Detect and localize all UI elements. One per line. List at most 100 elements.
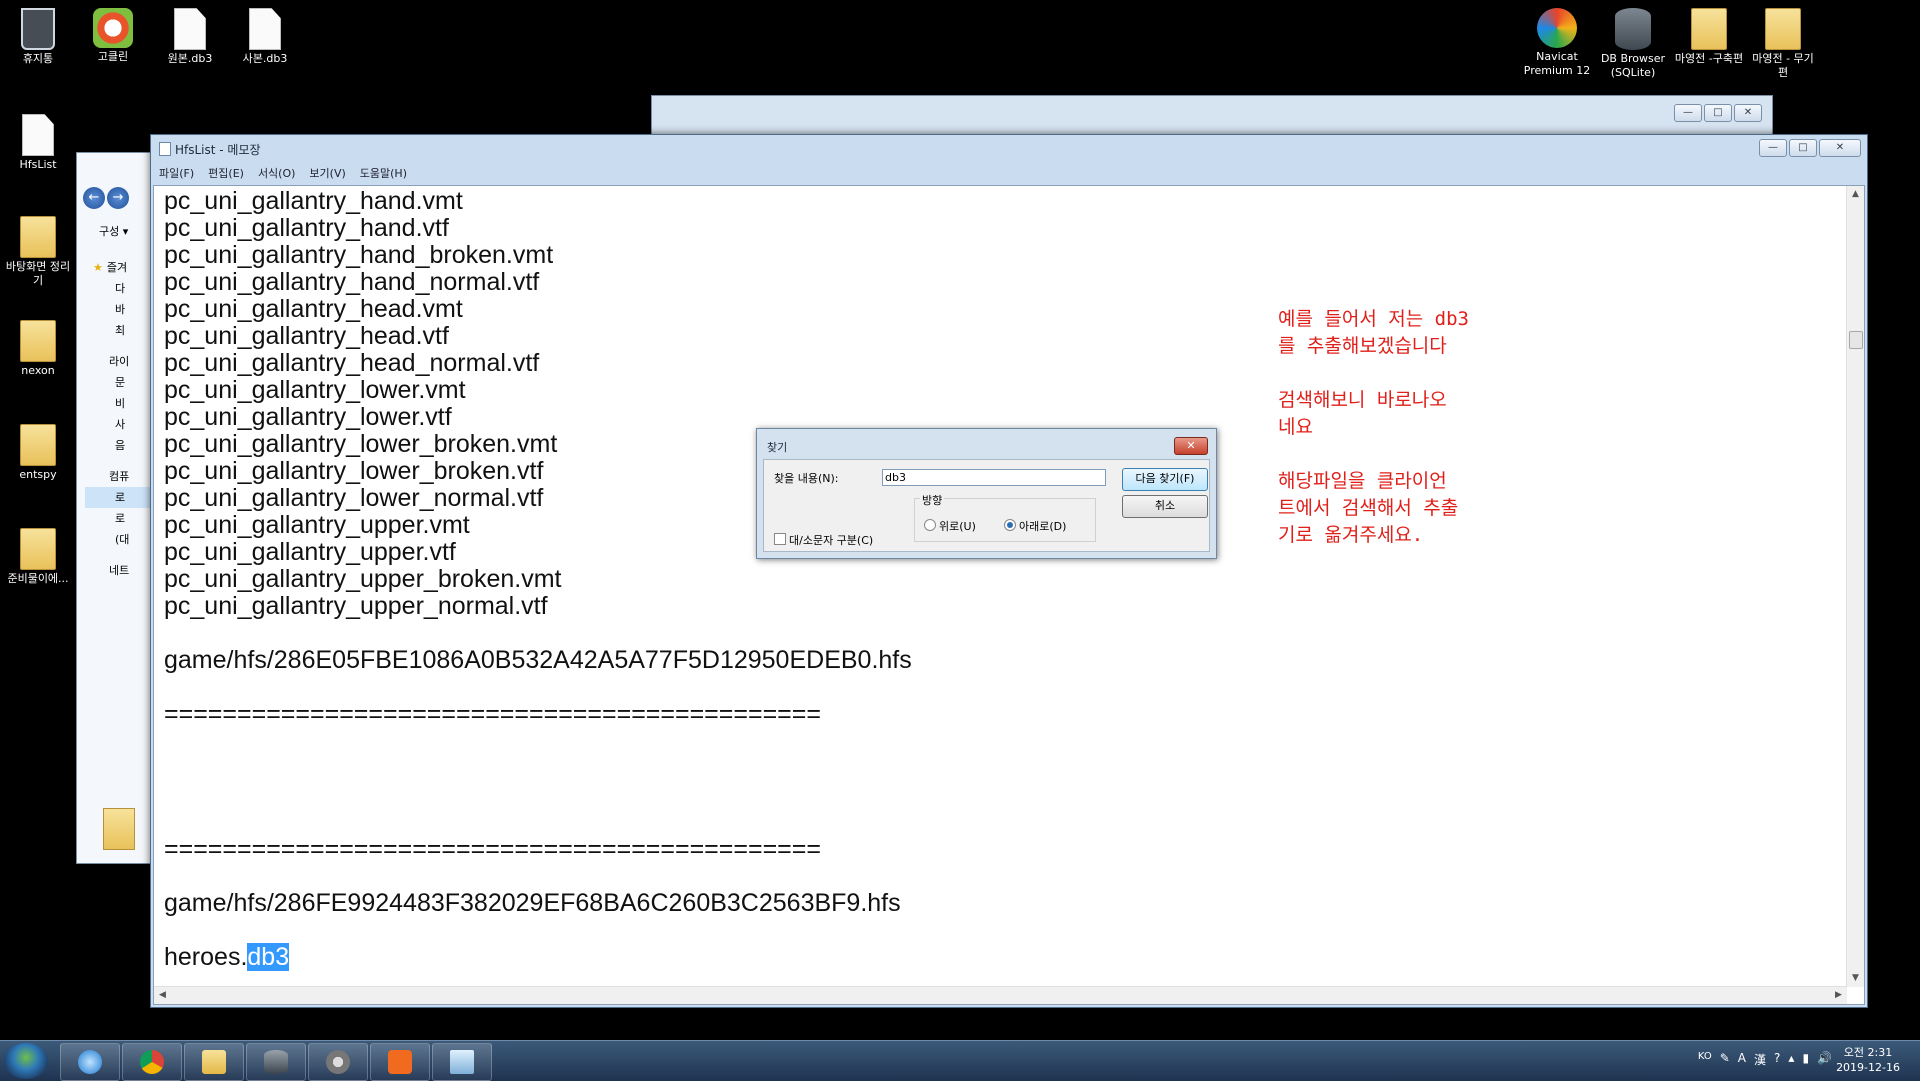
taskbar-chrome[interactable] — [122, 1043, 182, 1081]
menu-edit[interactable]: 편집(E) — [208, 165, 244, 183]
system-tray: KO ✎ A 漢 ? ▴ ▮ 🔊 — [1698, 1051, 1832, 1068]
menu-help[interactable]: 도움말(H) — [360, 165, 407, 183]
folder-icon — [103, 808, 135, 850]
tray-overflow-icon[interactable]: ▴ — [1788, 1051, 1794, 1068]
match-case-checkbox[interactable]: 대/소문자 구분(C) — [774, 532, 873, 548]
desktop-icon-desktop-cleaner[interactable]: 바탕화면 정리기 — [3, 216, 73, 288]
radio-button-selected-icon — [1004, 519, 1016, 531]
scroll-up-arrow-icon[interactable]: ▲ — [1847, 186, 1864, 203]
text-line: pc_uni_gallantry_head.vtf — [164, 322, 449, 350]
nav-item[interactable]: 사 — [85, 414, 155, 435]
text-line: pc_uni_gallantry_hand.vmt — [164, 187, 463, 215]
desktop-icon-nexon[interactable]: nexon — [3, 320, 73, 378]
minimize-button[interactable]: — — [1674, 104, 1702, 122]
radio-down[interactable]: 아래로(D) — [1004, 518, 1066, 534]
nav-item[interactable]: 로 — [85, 508, 155, 529]
radio-up[interactable]: 위로(U) — [924, 518, 976, 534]
taskbar-explorer[interactable] — [184, 1043, 244, 1081]
maximize-button[interactable]: □ — [1704, 104, 1732, 122]
menu-file[interactable]: 파일(F) — [159, 165, 194, 183]
nav-item[interactable]: 최 — [85, 320, 155, 341]
taskbar: KO ✎ A 漢 ? ▴ ▮ 🔊 오전 2:31 2019-12-16 — [0, 1040, 1920, 1081]
horizontal-scrollbar[interactable]: ◀ ▶ — [154, 986, 1847, 1004]
window-controls: — □ ✕ — [1759, 139, 1861, 157]
taskbar-ie[interactable] — [60, 1043, 120, 1081]
organize-button[interactable]: 구성 ▾ — [99, 223, 128, 239]
desktop-icon-label: 마영전 -구축편 — [1674, 52, 1744, 65]
clock[interactable]: 오전 2:31 2019-12-16 — [1836, 1045, 1900, 1075]
desktop-icon-navicat[interactable]: Navicat Premium 12 — [1522, 8, 1592, 78]
nav-item[interactable]: (대 — [85, 529, 155, 550]
back-arrow-icon[interactable]: ← — [83, 187, 105, 209]
find-dialog[interactable]: 찾기 ✕ 찾을 내용(N): db3 다음 찾기(F) 취소 방향 위로(U) … — [756, 428, 1217, 559]
taskbar-db-browser[interactable] — [246, 1043, 306, 1081]
maximize-button[interactable]: □ — [1789, 139, 1817, 157]
nav-item[interactable]: 문 — [85, 372, 155, 393]
scroll-left-arrow-icon[interactable]: ◀ — [154, 987, 171, 1004]
desktop-icon-hfslist[interactable]: HfsList — [3, 114, 73, 172]
desktop-icon-copy-db3[interactable]: 사본.db3 — [230, 8, 300, 66]
scroll-right-arrow-icon[interactable]: ▶ — [1830, 987, 1847, 1004]
scroll-down-arrow-icon[interactable]: ▼ — [1847, 970, 1864, 987]
internet-explorer-icon — [78, 1050, 102, 1074]
find-input[interactable]: db3 — [882, 469, 1106, 486]
taskbar-notepad[interactable] — [432, 1043, 492, 1081]
folder-icon — [20, 216, 56, 258]
volume-icon[interactable]: 🔊 — [1817, 1051, 1832, 1068]
nav-item[interactable]: 로 — [85, 487, 155, 508]
text-line-last: heroes.db3 — [164, 943, 912, 971]
desktop-icon-prep[interactable]: 준비물이에... — [3, 528, 73, 586]
nav-item[interactable]: 비 — [85, 393, 155, 414]
forward-arrow-icon[interactable]: → — [107, 187, 129, 209]
nav-item[interactable]: 음 — [85, 435, 155, 456]
taskbar-network-app[interactable] — [308, 1043, 368, 1081]
network-icon[interactable]: ▮ — [1802, 1051, 1809, 1068]
close-button[interactable]: ✕ — [1819, 139, 1861, 157]
menu-format[interactable]: 서식(O) — [258, 165, 295, 183]
folder-icon — [20, 424, 56, 466]
desktop-icon-goclean[interactable]: 고클린 — [78, 8, 148, 64]
vertical-scrollbar[interactable]: ▲ ▼ — [1846, 186, 1864, 987]
nav-item[interactable]: 바 — [85, 299, 155, 320]
nav-item[interactable]: 다 — [85, 278, 155, 299]
text-line: pc_uni_gallantry_lower.vtf — [164, 403, 452, 431]
notepad-window[interactable]: HfsList - 메모장 — □ ✕ 파일(F) 편집(E) 서식(O) 보기… — [150, 134, 1868, 1008]
scroll-thumb[interactable] — [1849, 331, 1863, 349]
find-next-button[interactable]: 다음 찾기(F) — [1122, 468, 1208, 491]
direction-label: 방향 — [920, 492, 945, 508]
input-mode-icon[interactable]: A — [1738, 1051, 1746, 1068]
text-line — [164, 620, 912, 647]
desktop-icon-entspy[interactable]: entspy — [3, 424, 73, 482]
checkbox-icon — [774, 533, 786, 545]
nav-item[interactable]: 라이 — [85, 351, 155, 372]
text-line: pc_uni_gallantry_hand_normal.vtf — [164, 268, 540, 296]
nav-item[interactable]: ★ 즐겨 — [85, 257, 155, 278]
minimize-button[interactable]: — — [1759, 139, 1787, 157]
notepad-icon — [159, 142, 171, 156]
close-button[interactable]: ✕ — [1174, 437, 1208, 455]
explorer-window[interactable]: ← → 구성 ▾ ★ 즐겨 다 바 최 라이 문 비 사 음 컴퓨 로 로 (대 … — [76, 152, 158, 864]
desktop-icon-original-db3[interactable]: 원본.db3 — [155, 8, 225, 66]
ime-indicator[interactable]: KO — [1698, 1051, 1712, 1068]
desktop-icon-label: 사본.db3 — [242, 52, 288, 65]
taskbar-xampp[interactable] — [370, 1043, 430, 1081]
language-bar-icon[interactable]: ✎ — [1720, 1051, 1730, 1068]
start-button[interactable] — [4, 1043, 48, 1079]
text-line: ========================================… — [164, 700, 821, 728]
text-editor[interactable]: pc_uni_gallantry_hand.vmt pc_uni_gallantr… — [153, 185, 1865, 1005]
help-icon[interactable]: ? — [1774, 1051, 1780, 1068]
desktop-icon-folder-build[interactable]: 마영전 -구축편 — [1674, 8, 1744, 66]
annotation-text: 예를 들어서 저는 db3 를 추출해보겠습니다 검색해보니 바로나오 네요 해… — [1278, 308, 1469, 546]
radio-button-icon — [924, 519, 936, 531]
hanja-icon[interactable]: 漢 — [1754, 1051, 1766, 1068]
close-button[interactable]: ✕ — [1734, 104, 1762, 122]
desktop-icon-recycle-bin[interactable]: 휴지통 — [3, 8, 73, 66]
desktop-icon-folder-weapon[interactable]: 마영전 - 무기 편 — [1748, 8, 1818, 80]
cancel-button[interactable]: 취소 — [1122, 495, 1208, 518]
nav-item[interactable]: 컴퓨 — [85, 466, 155, 487]
desktop-icon-db-browser[interactable]: DB Browser (SQLite) — [1598, 8, 1668, 80]
desktop-icon-label: 휴지통 — [22, 52, 54, 65]
text-line: pc_uni_gallantry_head_normal.vtf — [164, 349, 540, 377]
nav-item[interactable]: 네트 — [85, 560, 155, 581]
menu-view[interactable]: 보기(V) — [309, 165, 345, 183]
